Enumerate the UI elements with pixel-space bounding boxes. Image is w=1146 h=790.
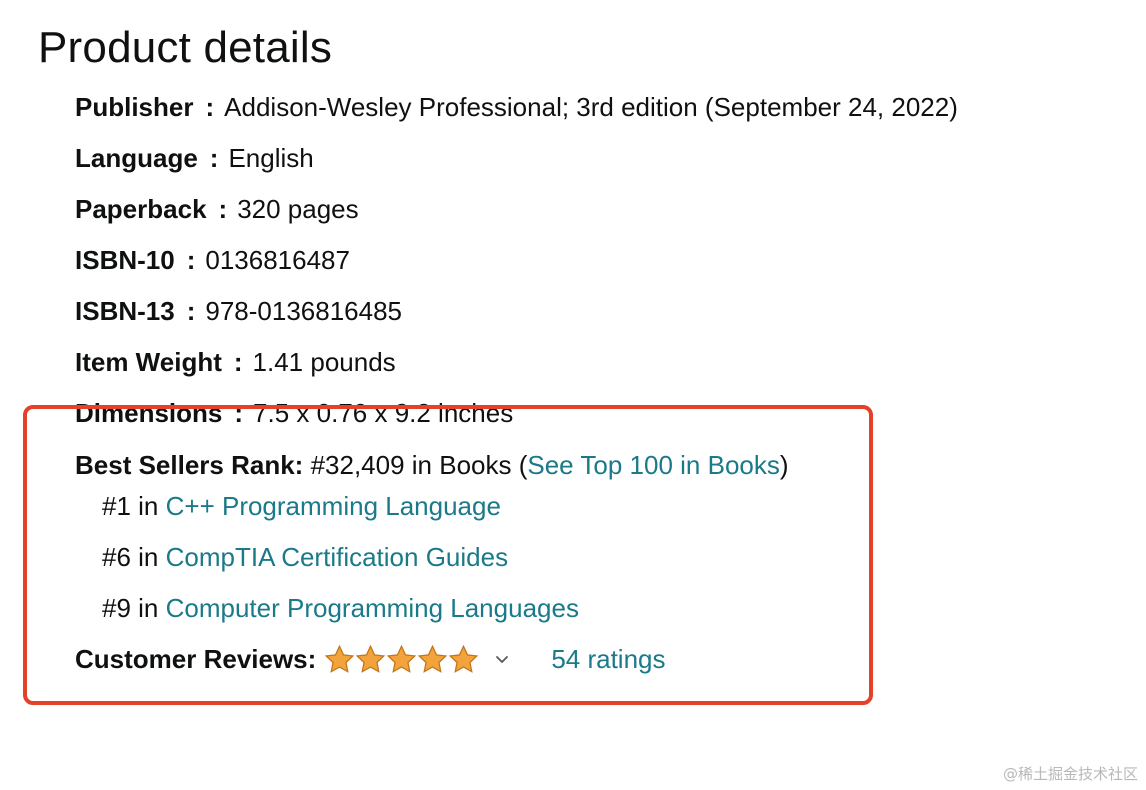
- customer-reviews: Customer Reviews: 54 ratings: [75, 638, 666, 680]
- detail-separator: :: [186, 245, 196, 275]
- category-rank-number: #6 in: [102, 542, 166, 572]
- detail-label: ISBN-10: [75, 245, 175, 275]
- category-link-computer-programming-languages[interactable]: Computer Programming Languages: [166, 593, 579, 623]
- detail-row-isbn13: ISBN-13:978-0136816485: [75, 290, 958, 341]
- detail-value: 1.41 pounds: [252, 347, 396, 377]
- star-icon: [356, 644, 386, 673]
- star-icon: [387, 644, 417, 673]
- detail-label: Dimensions: [75, 398, 223, 428]
- detail-row-item-weight: Item Weight:1.41 pounds: [75, 341, 958, 392]
- close-paren: ): [779, 450, 789, 480]
- detail-separator: :: [205, 92, 215, 122]
- detail-value: 0136816487: [205, 245, 350, 275]
- detail-row-isbn10: ISBN-10:0136816487: [75, 239, 958, 290]
- customer-reviews-label: Customer Reviews:: [75, 644, 317, 674]
- detail-value: 320 pages: [237, 194, 359, 224]
- star-rating[interactable]: [324, 644, 479, 675]
- detail-value: 7.5 x 0.76 x 9.2 inches: [253, 398, 514, 428]
- best-sellers-rank-label: Best Sellers Rank:: [75, 450, 304, 480]
- detail-separator: :: [186, 296, 196, 326]
- detail-separator: :: [218, 194, 228, 224]
- detail-value: English: [228, 143, 314, 173]
- detail-row-language: Language: English: [75, 137, 958, 188]
- detail-separator: :: [233, 347, 243, 377]
- category-rank-item: #9 in Computer Programming Languages: [102, 587, 579, 638]
- detail-label: Language: [75, 143, 198, 173]
- detail-separator: :: [209, 143, 219, 173]
- best-sellers-rank-text: #32,409 in Books (: [310, 450, 528, 480]
- best-sellers-rank: Best Sellers Rank: #32,409 in Books (See…: [75, 444, 789, 486]
- category-rank-item: #1 in C++ Programming Language: [102, 485, 579, 536]
- category-rank-item: #6 in CompTIA Certification Guides: [102, 536, 579, 587]
- page-title: Product details: [38, 23, 333, 72]
- ratings-count-link[interactable]: 54 ratings: [551, 638, 665, 680]
- category-rank-number: #9 in: [102, 593, 166, 623]
- star-icon: [325, 644, 355, 673]
- category-link-cpp-programming-language[interactable]: C++ Programming Language: [166, 491, 501, 521]
- category-ranks-list: #1 in C++ Programming Language #6 in Com…: [102, 485, 579, 638]
- detail-separator: :: [234, 398, 244, 428]
- star-icon: [418, 644, 448, 673]
- detail-label: ISBN-13: [75, 296, 175, 326]
- detail-label: Item Weight: [75, 347, 222, 377]
- detail-label: Publisher: [75, 92, 194, 122]
- product-details-list: Publisher: Addison-Wesley Professional; 3…: [75, 86, 958, 443]
- category-rank-number: #1 in: [102, 491, 166, 521]
- detail-row-dimensions: Dimensions:7.5 x 0.76 x 9.2 inches: [75, 392, 958, 443]
- see-top-100-link[interactable]: See Top 100 in Books: [527, 450, 779, 480]
- category-link-comptia-certification-guides[interactable]: CompTIA Certification Guides: [166, 542, 508, 572]
- detail-row-publisher: Publisher: Addison-Wesley Professional; 3…: [75, 86, 958, 137]
- detail-value: Addison-Wesley Professional; 3rd edition…: [224, 92, 958, 122]
- detail-row-paperback: Paperback:320 pages: [75, 188, 958, 239]
- chevron-down-icon[interactable]: [495, 638, 509, 680]
- detail-label: Paperback: [75, 194, 207, 224]
- detail-value: 978-0136816485: [205, 296, 403, 326]
- watermark: @稀土掘金技术社区: [1002, 765, 1138, 783]
- star-icon: [449, 644, 479, 673]
